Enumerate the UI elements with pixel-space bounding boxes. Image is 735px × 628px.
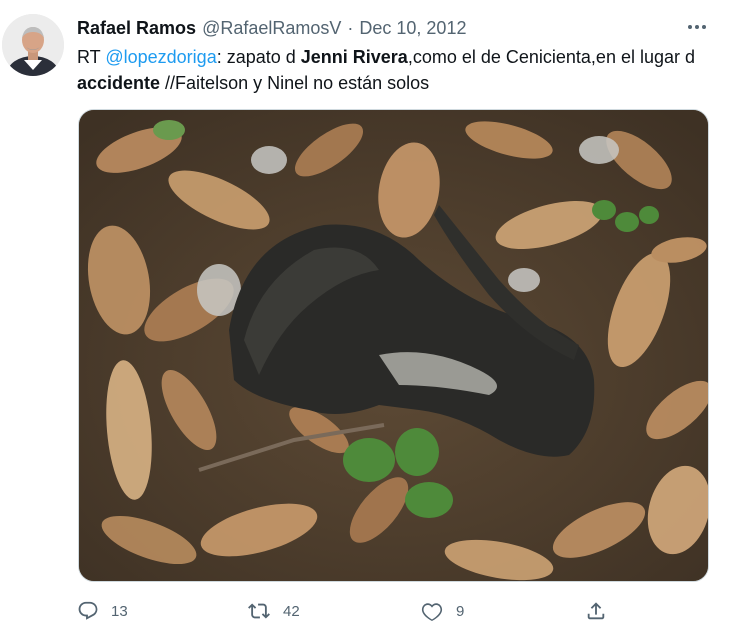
tweet-actions: 13 42 9 (77, 597, 617, 625)
retweet-icon (247, 600, 271, 622)
like-count: 9 (456, 602, 465, 620)
text-segment: : zapato d (216, 47, 301, 67)
mention-link[interactable]: @lopezdoriga (105, 47, 216, 67)
heart-icon (420, 600, 444, 622)
avatar[interactable] (2, 14, 64, 76)
more-dot (688, 25, 692, 29)
display-name[interactable]: Rafael Ramos (77, 18, 196, 39)
tweet-photo[interactable] (78, 109, 709, 582)
like-button[interactable]: 9 (420, 597, 464, 625)
separator-dot: · (347, 17, 354, 38)
retweet-count: 42 (283, 602, 300, 620)
retweet-button[interactable]: 42 (247, 597, 300, 625)
more-dots-icon[interactable] (682, 14, 712, 40)
more-dot (702, 25, 706, 29)
text-segment: ,como el de Cenicienta,en el lugar d (407, 47, 696, 67)
share-button[interactable] (585, 597, 607, 625)
bold-name: Jenni Rivera (300, 47, 408, 67)
tweet-text: RT @lopezdoriga: zapato d Jenni Rivera,c… (77, 44, 717, 96)
more-dot (695, 25, 699, 29)
retweet-prefix: RT (77, 47, 106, 67)
tweet[interactable]: Rafael Ramos @RafaelRamosV · Dec 10, 201… (0, 0, 735, 628)
tweet-header: Rafael Ramos @RafaelRamosV · Dec 10, 201… (77, 17, 466, 39)
reply-icon (77, 600, 99, 622)
reply-count: 13 (111, 602, 128, 620)
bold-word: accidente (77, 73, 161, 93)
text-segment: //Faitelson y Ninel no están solos (160, 73, 430, 93)
user-handle[interactable]: @RafaelRamosV (202, 18, 341, 39)
share-icon (585, 600, 607, 622)
tweet-date[interactable]: Dec 10, 2012 (359, 18, 466, 39)
reply-button[interactable]: 13 (77, 597, 128, 625)
